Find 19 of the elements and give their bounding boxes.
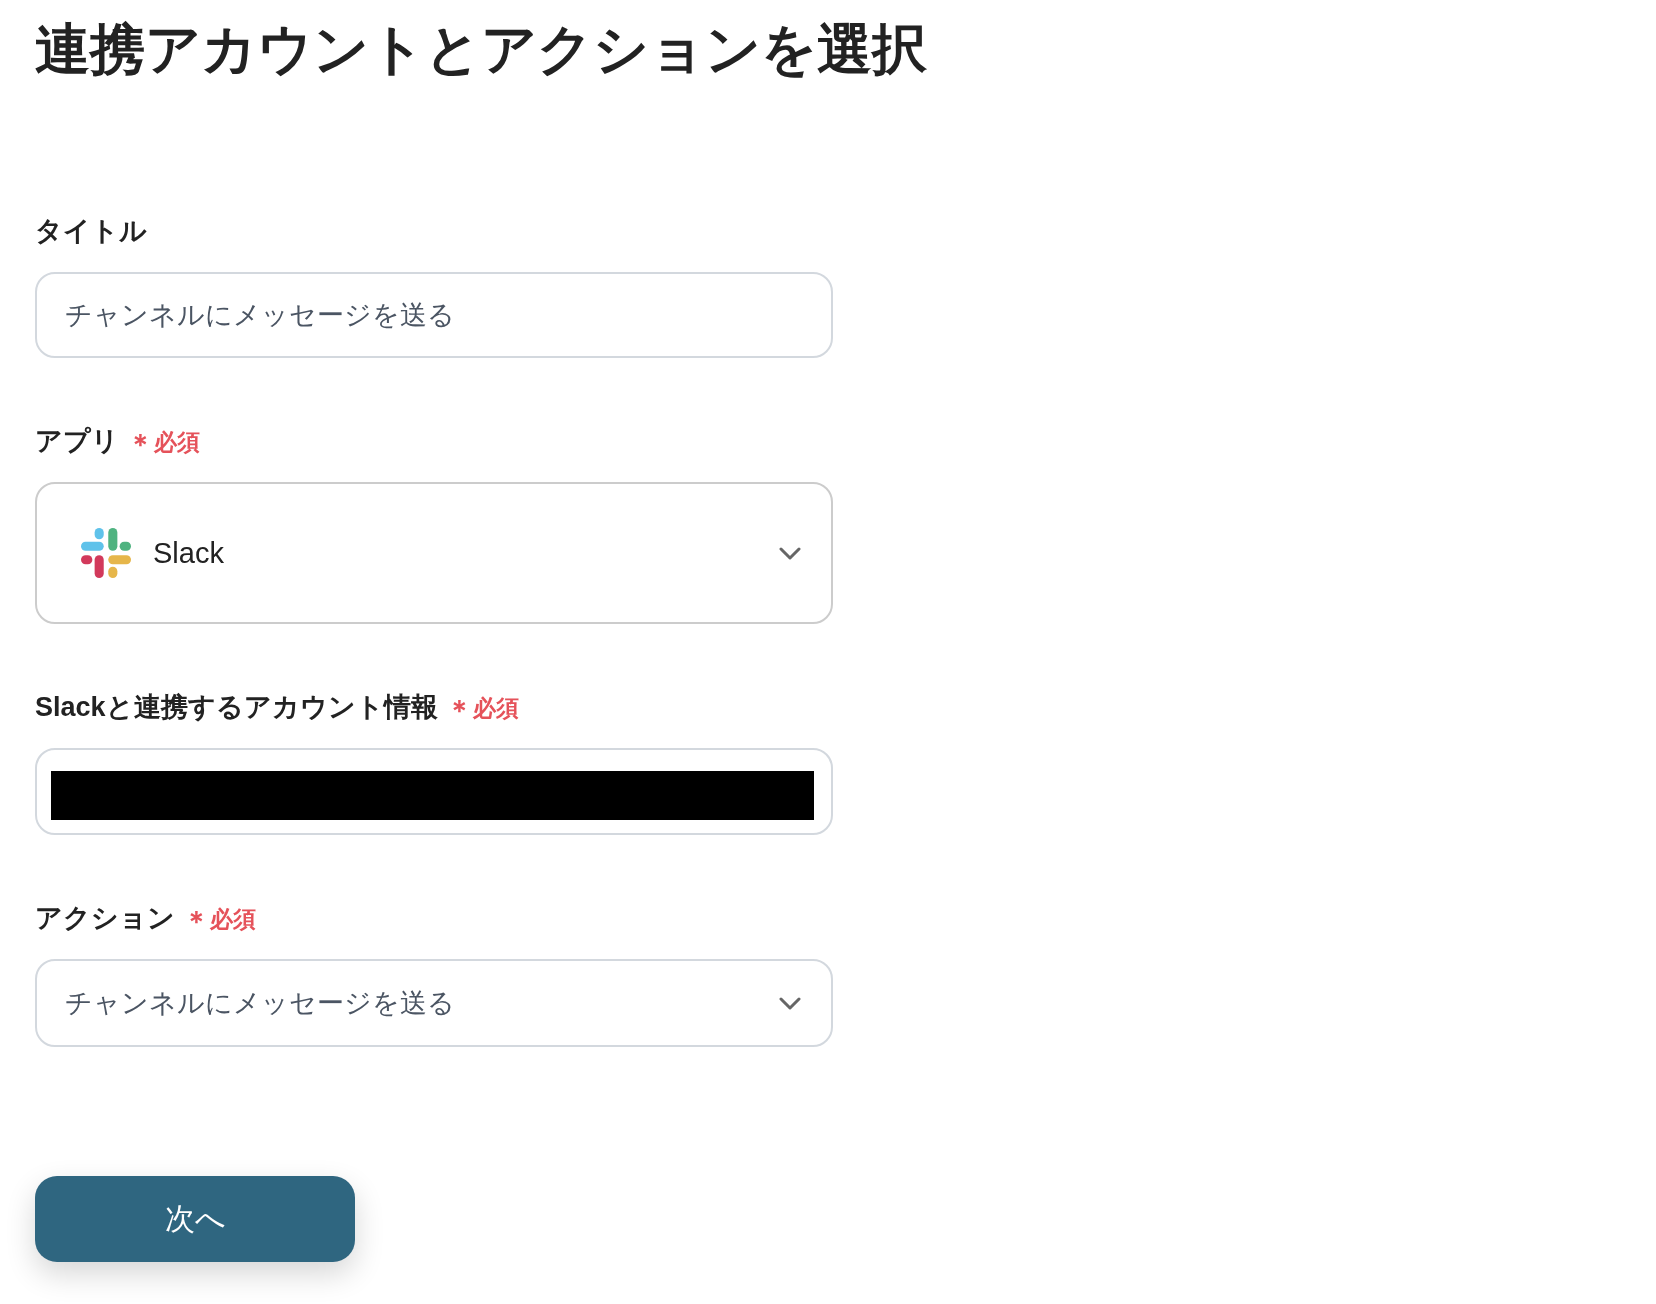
field-label: Slackと連携するアカウント情報 — [35, 691, 438, 724]
text-field[interactable]: チャンネルにメッセージを送る — [35, 272, 833, 358]
app-logo-icon — [81, 528, 131, 578]
next-button[interactable]: 次へ — [35, 1176, 355, 1262]
required-note: 必須 — [154, 428, 200, 457]
field-label: タイトル — [35, 215, 147, 248]
field-label: アクション — [35, 902, 175, 935]
required-asterisk: ＊ — [183, 906, 210, 936]
chevron-down-icon — [779, 546, 801, 560]
dropdown-select[interactable]: チャンネルにメッセージを送る — [35, 959, 833, 1047]
required-asterisk: ＊ — [445, 695, 473, 725]
page-title: 連携アカウントとアクションを選択 — [35, 17, 927, 82]
required-note: 必須 — [210, 905, 256, 934]
dropdown-select[interactable]: Slack — [35, 482, 833, 624]
required-asterisk: ＊ — [127, 429, 154, 459]
chevron-down-icon — [779, 996, 801, 1010]
field-label: アプリ — [35, 425, 119, 458]
required-note: 必須 — [472, 694, 519, 723]
text-field[interactable] — [35, 748, 833, 835]
